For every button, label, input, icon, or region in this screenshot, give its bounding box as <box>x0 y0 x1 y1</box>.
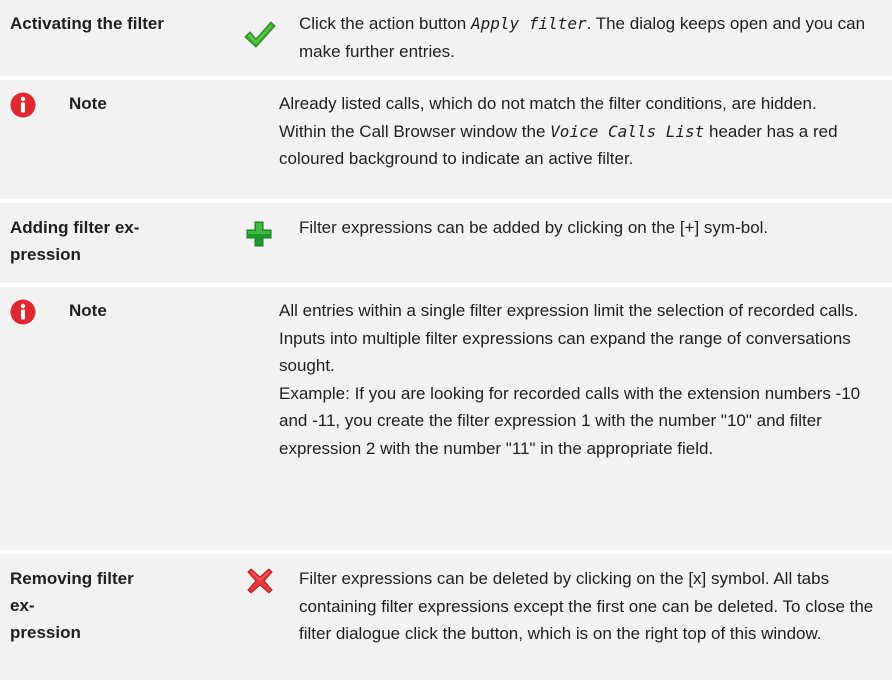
row-label: Removing filter ex- pression <box>10 569 134 642</box>
row-note-hidden-calls: Note Already listed calls, which do not … <box>0 80 892 199</box>
checkmark-icon <box>243 20 277 55</box>
row-description: Filter expressions can be deleted by cli… <box>299 569 874 643</box>
note-label: Note <box>69 301 107 320</box>
row-adding-filter-expression: Adding filter ex- pression Filter expres… <box>0 203 892 283</box>
cross-icon <box>247 568 273 599</box>
plus-icon <box>246 221 272 252</box>
row-activating-filter: Activating the filter Click the action b… <box>0 0 892 76</box>
row-description: Filter expressions can be added by click… <box>299 218 769 237</box>
info-icon <box>10 92 36 123</box>
row-label: Adding filter ex- pression <box>10 218 140 264</box>
row-note-filter-expressions: Note All entries within a single filter … <box>0 287 892 550</box>
note-label: Note <box>69 94 107 113</box>
row-removing-filter-expression: Removing filter ex- pression Filter expr… <box>0 554 892 680</box>
note-text: All entries within a single filter expre… <box>279 301 861 458</box>
row-label: Activating the filter <box>10 14 164 33</box>
info-icon <box>10 299 36 330</box>
document-table: Activating the filter Click the action b… <box>0 0 892 684</box>
note-text: Already listed calls, which do not match… <box>279 94 838 168</box>
row-description: Click the action button Apply filter. Th… <box>299 14 866 61</box>
